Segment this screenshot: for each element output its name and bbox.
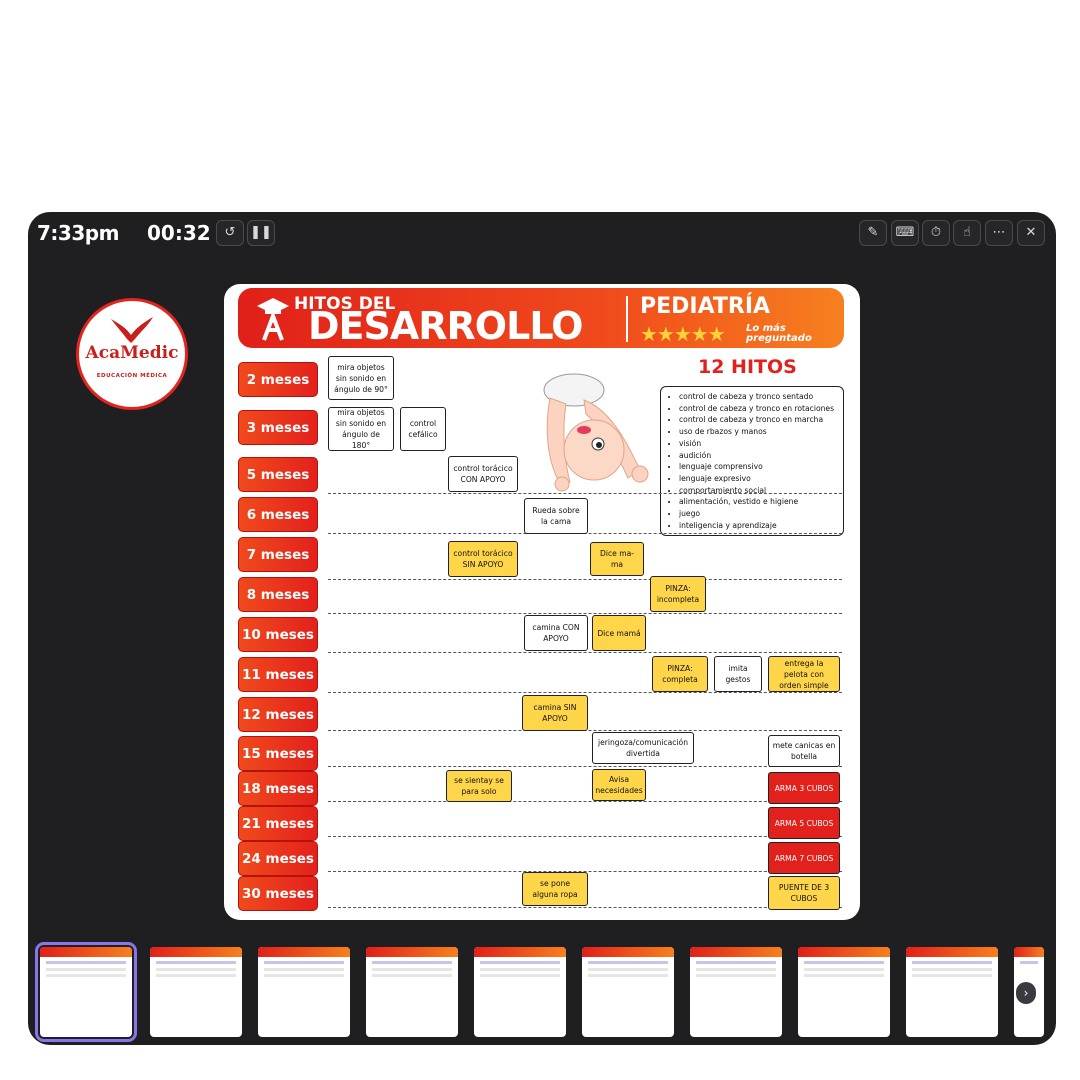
- milestone-box: Dice mamá: [592, 615, 646, 651]
- row-divider: [328, 907, 842, 908]
- age-label: 15 meses: [238, 736, 318, 771]
- slide-thumbnail[interactable]: [582, 947, 674, 1037]
- milestone-box: ARMA 5 CUBOS: [768, 807, 840, 839]
- slide-thumbnail[interactable]: [35, 942, 137, 1042]
- milestone-box: control cefálico: [400, 407, 446, 451]
- logo-name: AcaMedic: [85, 343, 179, 363]
- slide-thumbnail-strip: [28, 940, 1056, 1042]
- elapsed-timer: 00:32: [147, 221, 211, 245]
- slide-thumbnail[interactable]: [690, 947, 782, 1037]
- hand-icon[interactable]: ☝: [953, 220, 981, 246]
- hito-item: alimentación, vestido e higiene: [679, 496, 843, 508]
- slide-thumbnail[interactable]: [258, 947, 350, 1037]
- hito-item: uso de rbazos y manos: [679, 426, 843, 438]
- rating-note: Lo más preguntado: [746, 324, 812, 344]
- pause-icon[interactable]: ❚❚: [247, 220, 275, 246]
- history-icon[interactable]: ↺: [216, 220, 244, 246]
- hitos-list-box: control de cabeza y tronco sentado contr…: [660, 386, 844, 536]
- rating-stars: ★★★★★: [640, 322, 726, 346]
- slide-thumbnail[interactable]: [474, 947, 566, 1037]
- age-label: 24 meses: [238, 841, 318, 876]
- close-icon[interactable]: ✕: [1017, 220, 1045, 246]
- hito-item: lenguaje expresivo: [679, 473, 843, 485]
- row-divider: [328, 836, 842, 837]
- milestone-box: Rueda sobre la cama: [524, 498, 588, 534]
- row-divider: [328, 613, 842, 614]
- age-label: 11 meses: [238, 657, 318, 692]
- milestone-box: se sientay se para solo: [446, 770, 512, 802]
- age-label: 30 meses: [238, 876, 318, 911]
- slide-thumbnail[interactable]: [150, 947, 242, 1037]
- age-label: 10 meses: [238, 617, 318, 652]
- keyboard-icon[interactable]: ⌨: [891, 220, 919, 246]
- more-icon[interactable]: ⋯: [985, 220, 1013, 246]
- milestone-box: mira objetos sin sonido en ángulo de 90°: [328, 356, 394, 400]
- row-divider: [328, 579, 842, 580]
- row-divider: [328, 652, 842, 653]
- milestone-box: ARMA 3 CUBOS: [768, 772, 840, 804]
- age-label: 12 meses: [238, 697, 318, 732]
- milestone-box: se pone alguna ropa: [522, 872, 588, 906]
- eagle-icon: [111, 317, 153, 343]
- clock-time: 7:33pm: [37, 221, 119, 245]
- milestone-box: control torácico CON APOYO: [448, 456, 518, 492]
- row-divider: [328, 692, 842, 693]
- pen-icon[interactable]: ✎: [859, 220, 887, 246]
- age-label: 5 meses: [238, 457, 318, 492]
- hito-item: juego: [679, 508, 843, 520]
- slide-canvas: HITOS DEL DESARROLLO PEDIATRÍA ★★★★★ Lo …: [224, 284, 860, 920]
- slide-thumbnail[interactable]: [906, 947, 998, 1037]
- milestone-box: jeringoza/comunicación divertida: [592, 732, 694, 764]
- milestone-box: camina CON APOYO: [524, 615, 588, 651]
- milestone-box: ARMA 7 CUBOS: [768, 842, 840, 874]
- milestone-box: entrega la pelota con orden simple: [768, 656, 840, 692]
- hito-item: comportamiento social: [679, 485, 843, 497]
- hito-item: control de cabeza y tronco en rotaciones: [679, 403, 843, 415]
- slide-thumbnail[interactable]: [798, 947, 890, 1037]
- milestone-box: control torácico SIN APOYO: [448, 541, 518, 577]
- poster-header: HITOS DEL DESARROLLO PEDIATRÍA ★★★★★ Lo …: [238, 288, 844, 348]
- hito-item: visión: [679, 438, 843, 450]
- row-divider: [328, 766, 842, 767]
- hito-item: inteligencia y aprendizaje: [679, 520, 843, 532]
- milestone-box: PUENTE DE 3 CUBOS: [768, 876, 840, 910]
- age-label: 18 meses: [238, 771, 318, 806]
- age-label: 3 meses: [238, 410, 318, 445]
- stopwatch-icon[interactable]: ⏱: [922, 220, 950, 246]
- top-bar: 7:33pm 00:32 ↺ ❚❚ ✎ ⌨ ⏱ ☝ ⋯ ✕: [28, 212, 1056, 254]
- poster-subject: PEDIATRÍA: [640, 294, 771, 319]
- milestone-box: PINZA: incompleta: [650, 576, 706, 612]
- milestone-box: camina SIN APOYO: [522, 695, 588, 731]
- milestone-box: PINZA: completa: [652, 656, 708, 692]
- age-label: 7 meses: [238, 537, 318, 572]
- milestone-box: mira objetos sin sonido en ángulo de 180…: [328, 407, 394, 451]
- milestone-box: Avisa necesidades: [592, 769, 646, 801]
- age-label: 2 meses: [238, 362, 318, 397]
- row-divider: [328, 493, 842, 494]
- header-divider: [626, 296, 628, 342]
- acamedic-logo: AcaMedic EDUCACIÓN MÉDICA: [76, 298, 188, 410]
- row-divider: [328, 801, 842, 802]
- graduation-cap-icon: [257, 298, 289, 341]
- milestone-box: mete canicas en botella: [768, 735, 840, 767]
- logo-tagline: EDUCACIÓN MÉDICA: [96, 373, 168, 379]
- baby-illustration: [543, 373, 649, 492]
- hitos-title: 12 HITOS: [698, 356, 797, 378]
- hito-item: control de cabeza y tronco sentado: [679, 391, 843, 403]
- hito-item: lenguaje comprensivo: [679, 461, 843, 473]
- hito-item: control de cabeza y tronco en marcha: [679, 414, 843, 426]
- age-label: 21 meses: [238, 806, 318, 841]
- presentation-window: 7:33pm 00:32 ↺ ❚❚ ✎ ⌨ ⏱ ☝ ⋯ ✕ AcaMedic E…: [28, 212, 1056, 1045]
- slide-thumbnail[interactable]: [366, 947, 458, 1037]
- milestone-box: Dice ma-ma: [590, 542, 644, 576]
- hito-item: audición: [679, 450, 843, 462]
- rating-note-line-2: preguntado: [746, 333, 812, 344]
- age-label: 6 meses: [238, 497, 318, 532]
- poster-title-main: DESARROLLO: [308, 304, 583, 348]
- chevron-right-icon[interactable]: ›: [1016, 982, 1036, 1004]
- milestone-box: imita gestos: [714, 656, 762, 692]
- age-label: 8 meses: [238, 577, 318, 612]
